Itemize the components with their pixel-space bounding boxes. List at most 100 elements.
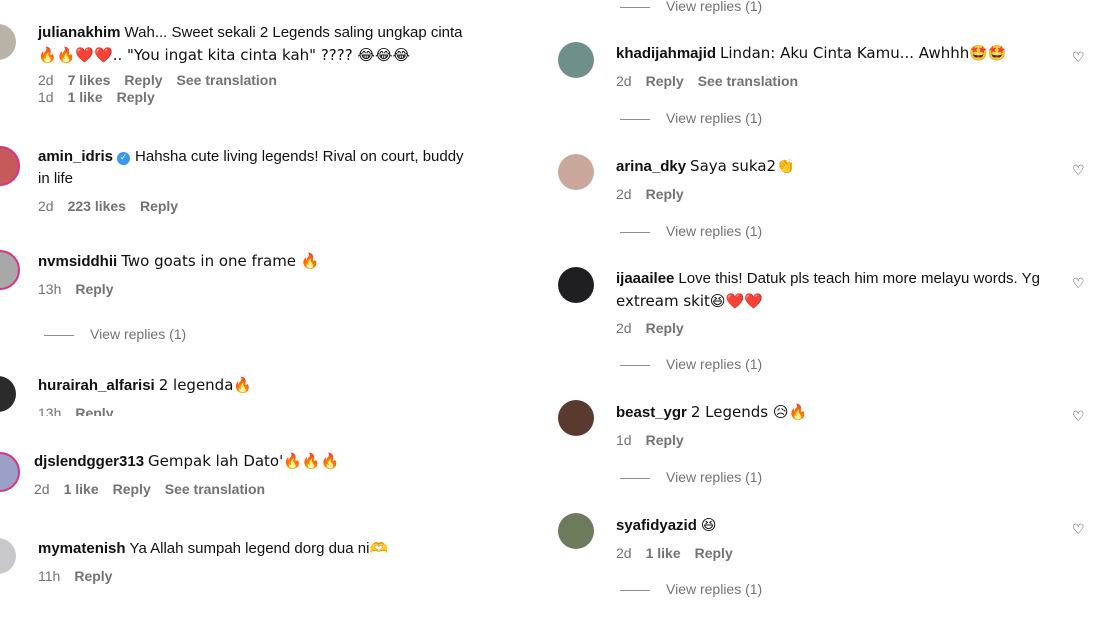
comment-time: 2d [38,72,54,88]
comment-time: 13h [38,281,62,297]
comment-meta: 2d Reply See translation [616,73,1056,89]
comment-likes[interactable]: 7 likes [68,72,111,88]
avatar[interactable] [558,513,594,549]
comment-likes[interactable]: 1 like [64,481,99,497]
comment-username[interactable]: nvmsiddhii [38,253,117,270]
comment: amin_idris ✓ Hahsha cute living legends! R… [38,146,538,214]
divider-line [620,118,650,120]
view-replies-button[interactable]: View replies (1) [620,356,762,372]
comment-username[interactable]: khadijahmajid [616,45,716,62]
reply-button[interactable]: Reply [646,186,684,202]
avatar[interactable] [0,452,20,492]
comment-text: Lindan: Aku Cinta Kamu... Awhhh🤩🤩 [720,44,1007,62]
heart-outline-icon[interactable]: ♡ [1072,163,1085,179]
comment-likes[interactable]: 1 like [68,89,103,105]
heart-outline-icon[interactable]: ♡ [1072,409,1085,425]
view-replies-label: View replies (1) [666,223,763,239]
comment-meta: 2d 1 like Reply [616,545,1056,561]
comment-meta-sub: 1d 1 like Reply [38,89,538,105]
view-replies-button[interactable]: View replies (1) [620,223,762,239]
comment-text-line2: 🔥🔥❤️❤️.. "You ingat kita cinta kah" ????… [38,46,411,64]
view-replies-button[interactable]: View replies (1) [620,469,762,485]
comment-meta: 13h Reply [38,405,538,416]
reply-button[interactable]: Reply [646,320,684,336]
comment-meta: 2d Reply [616,186,1056,202]
comment-text: Ya Allah sumpah legend dorg dua ni🫶 [129,540,389,557]
reply-button[interactable]: Reply [646,432,684,448]
avatar[interactable] [558,267,594,303]
reply-button[interactable]: Reply [74,568,112,584]
divider-line [620,589,650,591]
reply-button[interactable]: Reply [124,72,162,88]
comment-likes[interactable]: 1 like [646,545,681,561]
comment-meta: 1d Reply [616,432,1056,448]
reply-button[interactable]: Reply [75,405,113,416]
avatar[interactable] [558,42,594,78]
comment-meta: 2d 223 likes Reply [38,198,538,214]
comment-username[interactable]: djslendgger313 [34,453,144,470]
comment: khadijahmajid Lindan: Aku Cinta Kamu... A… [616,42,1056,89]
comment-meta: 13h Reply [38,281,538,297]
comment-text: Gempak lah Dato'🔥🔥🔥 [148,452,340,470]
view-replies-label: View replies (1) [666,0,763,14]
avatar[interactable] [558,154,594,190]
comment-username[interactable]: mymatenish [38,540,126,557]
comment: julianakhim Wah... Sweet sekali 2 Legends… [38,22,538,105]
reply-button[interactable]: Reply [646,73,684,89]
view-replies-button[interactable]: View replies (1) [620,0,762,14]
reply-button[interactable]: Reply [75,281,113,297]
view-replies-button[interactable]: View replies (1) [620,581,762,597]
avatar[interactable] [0,250,20,290]
comment: arina_dky Saya suka2👏 2d Reply [616,155,1056,202]
comment-time: 2d [616,320,632,336]
view-replies-button[interactable]: View replies (1) [44,326,186,342]
view-replies-label: View replies (1) [666,356,763,372]
comment: mymatenish Ya Allah sumpah legend dorg du… [38,538,538,584]
comment-meta: 11h Reply [38,568,538,584]
avatar[interactable] [0,376,16,412]
divider-line [620,6,650,8]
comment-meta: 2d 7 likes Reply See translation [38,72,538,88]
heart-outline-icon[interactable]: ♡ [1072,276,1085,292]
comment-text-line2: extream skit😆❤️❤️ [616,292,763,310]
comment-time: 2d [616,73,632,89]
see-translation-button[interactable]: See translation [165,481,265,497]
comment-username[interactable]: amin_idris [38,148,113,165]
comment-text: Love this! Datuk pls teach him more mela… [678,270,1040,287]
comments-column-right: View replies (1) khadijahmajid Lindan: Ak… [550,0,1100,620]
comment-text: Wah... Sweet sekali 2 Legends saling ung… [124,24,463,41]
see-translation-button[interactable]: See translation [177,72,277,88]
comment: nvmsiddhii Two goats in one frame 🔥 13h Re… [38,250,538,297]
comment-time: 2d [616,186,632,202]
comment-text: Two goats in one frame 🔥 [121,252,320,270]
comment-username[interactable]: syafidyazid [616,517,697,534]
divider-line [620,477,650,479]
heart-outline-icon[interactable]: ♡ [1072,50,1085,66]
reply-button[interactable]: Reply [140,198,178,214]
comments-column-left: julianakhim Wah... Sweet sekali 2 Legends… [0,0,540,620]
comment-username[interactable]: beast_ygr [616,404,687,421]
avatar[interactable] [0,24,16,60]
avatar[interactable] [0,146,20,186]
view-replies-button[interactable]: View replies (1) [620,110,762,126]
avatar[interactable] [0,538,16,574]
comment-username[interactable]: julianakhim [38,24,121,41]
comment-text: Saya suka2👏 [690,157,795,175]
comment-likes[interactable]: 223 likes [68,198,126,214]
view-replies-label: View replies (1) [666,469,763,485]
comment-time: 2d [616,545,632,561]
comment-username[interactable]: arina_dky [616,158,686,175]
comment-username[interactable]: hurairah_alfarisi [38,377,155,394]
divider-line [44,334,74,336]
comment-time: 13h [38,405,62,416]
verified-badge-icon: ✓ [117,152,131,165]
comment-username[interactable]: ijaaailee [616,270,674,287]
reply-button[interactable]: Reply [113,481,151,497]
heart-outline-icon[interactable]: ♡ [1072,522,1085,538]
comment: hurairah_alfarisi 2 legenda🔥 13h Reply [38,374,538,416]
reply-button[interactable]: Reply [695,545,733,561]
see-translation-button[interactable]: See translation [698,73,798,89]
view-replies-label: View replies (1) [90,326,187,342]
reply-button[interactable]: Reply [117,89,155,105]
avatar[interactable] [558,400,594,436]
